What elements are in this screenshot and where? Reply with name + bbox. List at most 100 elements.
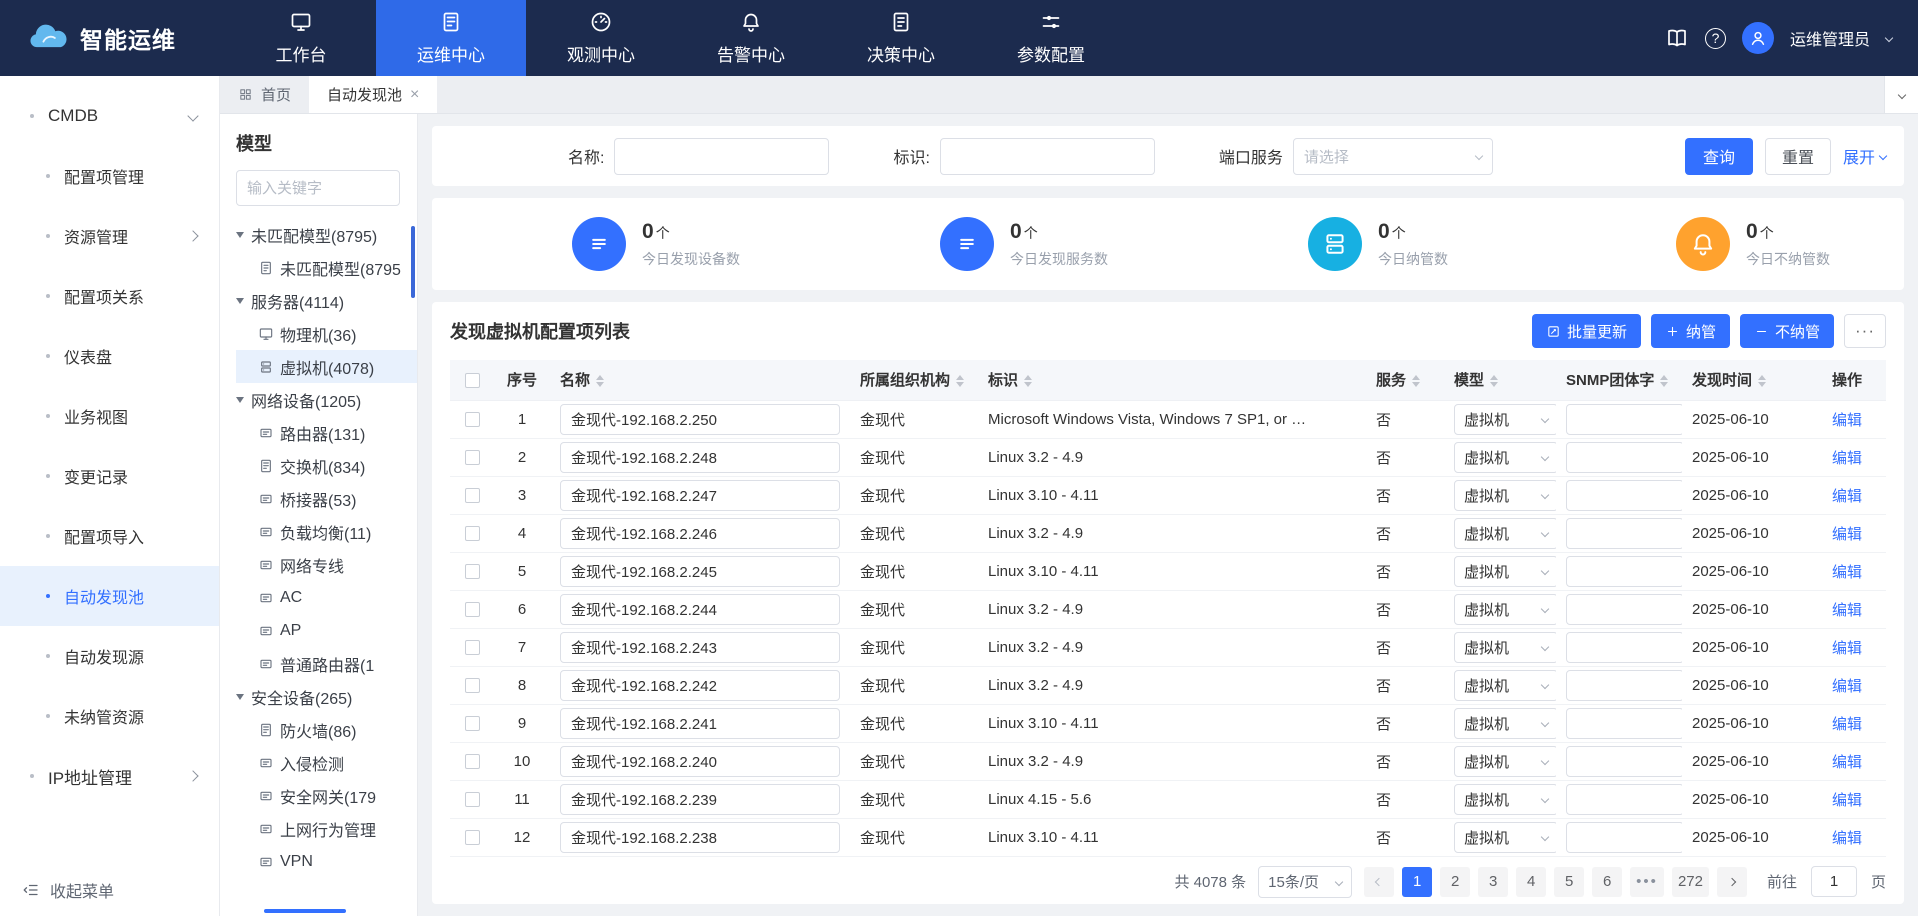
edit-link[interactable]: 编辑 bbox=[1832, 754, 1862, 771]
name-input[interactable] bbox=[560, 442, 840, 473]
docs-book-icon[interactable] bbox=[1665, 26, 1689, 50]
caret-down-icon[interactable] bbox=[236, 298, 244, 304]
sort-icon[interactable] bbox=[1490, 375, 1498, 387]
model-select[interactable]: 虚拟机 bbox=[1454, 822, 1556, 853]
sidebar-item[interactable]: 自动发现源 bbox=[0, 626, 219, 686]
pager-page-5[interactable]: 5 bbox=[1554, 867, 1584, 897]
edit-link[interactable]: 编辑 bbox=[1832, 830, 1862, 847]
sort-icon[interactable] bbox=[1024, 375, 1032, 387]
snmp-input[interactable] bbox=[1566, 708, 1682, 739]
row-checkbox[interactable] bbox=[465, 716, 480, 731]
edit-link[interactable]: 编辑 bbox=[1832, 716, 1862, 733]
vertical-scrollbar-thumb[interactable] bbox=[411, 226, 415, 298]
tree-node[interactable]: 安全网关(179 bbox=[236, 779, 417, 812]
sidebar-item[interactable]: 资源管理 bbox=[0, 206, 219, 266]
name-input[interactable] bbox=[560, 670, 840, 701]
sidebar-item[interactable]: 配置项管理 bbox=[0, 146, 219, 206]
sidebar-item[interactable]: 配置项导入 bbox=[0, 506, 219, 566]
row-checkbox[interactable] bbox=[465, 678, 480, 693]
snmp-input[interactable] bbox=[1566, 556, 1682, 587]
tree-node[interactable]: 网络专线 bbox=[236, 548, 417, 581]
batch-update-button[interactable]: 批量更新 bbox=[1532, 314, 1641, 348]
expand-filters-link[interactable]: 展开 bbox=[1843, 144, 1886, 168]
caret-down-icon[interactable] bbox=[236, 232, 244, 238]
nav-item-4[interactable]: 告警中心 bbox=[676, 0, 826, 76]
pager-prev-button[interactable] bbox=[1364, 867, 1394, 897]
tree-node[interactable]: 上网行为管理 bbox=[236, 812, 417, 845]
pager-page-1[interactable]: 1 bbox=[1402, 867, 1432, 897]
more-actions-button[interactable]: ··· bbox=[1844, 314, 1886, 348]
nav-item-3[interactable]: 观测中心 bbox=[526, 0, 676, 76]
name-input[interactable] bbox=[560, 746, 840, 777]
tree-node[interactable]: VPN bbox=[236, 845, 417, 878]
edit-link[interactable]: 编辑 bbox=[1832, 602, 1862, 619]
model-select[interactable]: 虚拟机 bbox=[1454, 594, 1556, 625]
col-header-service[interactable]: 服务 bbox=[1366, 360, 1444, 400]
sidebar-item[interactable]: 配置项关系 bbox=[0, 266, 219, 326]
sidebar-item[interactable]: 未纳管资源 bbox=[0, 686, 219, 746]
tree-node[interactable]: 入侵检测 bbox=[236, 746, 417, 779]
collapse-menu-button[interactable]: 收起菜单 bbox=[0, 864, 219, 916]
user-name[interactable]: 运维管理员 bbox=[1790, 26, 1870, 50]
snmp-input[interactable] bbox=[1566, 594, 1682, 625]
caret-down-icon[interactable] bbox=[236, 397, 244, 403]
sidebar-item[interactable]: CMDB bbox=[0, 86, 219, 146]
pager-page-272[interactable]: 272 bbox=[1672, 867, 1709, 897]
sort-icon[interactable] bbox=[956, 375, 964, 387]
row-checkbox[interactable] bbox=[465, 526, 480, 541]
sidebar-item[interactable]: 仪表盘 bbox=[0, 326, 219, 386]
edit-link[interactable]: 编辑 bbox=[1832, 792, 1862, 809]
sidebar-item[interactable]: 变更记录 bbox=[0, 446, 219, 506]
row-checkbox[interactable] bbox=[465, 830, 480, 845]
row-checkbox[interactable] bbox=[465, 754, 480, 769]
snmp-input[interactable] bbox=[1566, 480, 1682, 511]
col-header-identifier[interactable]: 标识 bbox=[978, 360, 1366, 400]
sort-icon[interactable] bbox=[1758, 375, 1766, 387]
sidebar-item[interactable]: 业务视图 bbox=[0, 386, 219, 446]
name-input[interactable] bbox=[560, 708, 840, 739]
reset-button[interactable]: 重置 bbox=[1765, 138, 1831, 175]
edit-link[interactable]: 编辑 bbox=[1832, 526, 1862, 543]
tree-node[interactable]: 安全设备(265) bbox=[236, 680, 417, 713]
tree-node[interactable]: 服务器(4114) bbox=[236, 284, 417, 317]
manage-button[interactable]: 纳管 bbox=[1651, 314, 1730, 348]
pager-page-6[interactable]: 6 bbox=[1592, 867, 1622, 897]
tab-2[interactable]: 自动发现池 bbox=[309, 76, 437, 113]
model-select[interactable]: 虚拟机 bbox=[1454, 746, 1556, 777]
tree-node[interactable]: 物理机(36) bbox=[236, 317, 417, 350]
snmp-input[interactable] bbox=[1566, 746, 1682, 777]
edit-link[interactable]: 编辑 bbox=[1832, 450, 1862, 467]
model-select[interactable]: 虚拟机 bbox=[1454, 670, 1556, 701]
sidebar-item[interactable]: IP地址管理 bbox=[0, 746, 219, 806]
caret-down-icon[interactable] bbox=[236, 694, 244, 700]
model-select[interactable]: 虚拟机 bbox=[1454, 784, 1556, 815]
model-select[interactable]: 虚拟机 bbox=[1454, 442, 1556, 473]
row-checkbox[interactable] bbox=[465, 488, 480, 503]
pager-next-button[interactable] bbox=[1717, 867, 1747, 897]
tree-node[interactable]: 网络设备(1205) bbox=[236, 383, 417, 416]
col-header-discovered[interactable]: 发现时间 bbox=[1682, 360, 1822, 400]
tree-node[interactable]: 防火墙(86) bbox=[236, 713, 417, 746]
model-select[interactable]: 虚拟机 bbox=[1454, 480, 1556, 511]
model-select[interactable]: 虚拟机 bbox=[1454, 518, 1556, 549]
unmanage-button[interactable]: 不纳管 bbox=[1740, 314, 1834, 348]
user-menu-caret-icon[interactable] bbox=[1885, 34, 1893, 42]
nav-item-6[interactable]: 参数配置 bbox=[976, 0, 1126, 76]
nav-item-2[interactable]: 运维中心 bbox=[376, 0, 526, 76]
brand[interactable]: 智能运维 bbox=[0, 0, 226, 76]
edit-link[interactable]: 编辑 bbox=[1832, 640, 1862, 657]
name-input[interactable] bbox=[560, 480, 840, 511]
name-input[interactable] bbox=[560, 632, 840, 663]
port-service-select[interactable]: 请选择 bbox=[1293, 138, 1493, 175]
name-input[interactable] bbox=[560, 404, 840, 435]
row-checkbox[interactable] bbox=[465, 412, 480, 427]
snmp-input[interactable] bbox=[1566, 784, 1682, 815]
pager-page-2[interactable]: 2 bbox=[1440, 867, 1470, 897]
col-header-org[interactable]: 所属组织机构 bbox=[850, 360, 978, 400]
model-select[interactable]: 虚拟机 bbox=[1454, 632, 1556, 663]
tree-node[interactable]: 路由器(131) bbox=[236, 416, 417, 449]
page-size-select[interactable]: 15条/页 bbox=[1258, 866, 1352, 898]
name-input[interactable] bbox=[560, 822, 840, 853]
model-select[interactable]: 虚拟机 bbox=[1454, 708, 1556, 739]
snmp-input[interactable] bbox=[1566, 518, 1682, 549]
